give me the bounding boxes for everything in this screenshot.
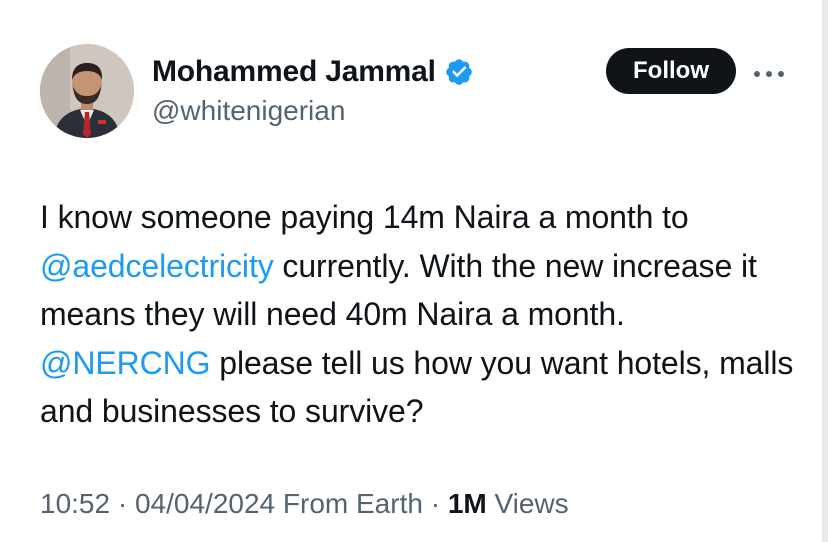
views-label: Views [486,488,569,519]
author-handle[interactable]: @whitenigerian [152,95,345,127]
avatar[interactable] [40,44,134,138]
tweet-card: Mohammed Jammal @whitenigerian Follow I … [0,0,828,542]
mention-link-aedcelectricity[interactable]: @aedcelectricity [40,248,274,284]
scroll-edge-divider [822,0,828,542]
avatar-image [40,44,134,138]
tweet-source: From Earth [275,488,423,519]
mention-link-nercng[interactable]: @NERCNG [40,345,211,381]
tweet-text-segment: I know someone paying 14m Naira a month … [40,199,689,235]
follow-button[interactable]: Follow [606,48,736,94]
tweet-date[interactable]: 04/04/2024 [135,488,275,519]
tweet-time[interactable]: 10:52 [40,488,110,519]
author-name-row: Mohammed Jammal [152,52,474,92]
author-display-name[interactable]: Mohammed Jammal [152,55,436,89]
tweet-meta: 10:52 · 04/04/2024 From Earth · 1M Views [40,488,569,520]
more-horizontal-icon[interactable] [752,66,786,77]
meta-separator: · [422,488,448,519]
meta-separator: · [110,488,135,519]
tweet-text: I know someone paying 14m Naira a month … [40,193,800,436]
views-count: 1M [447,488,487,519]
verified-badge-icon[interactable] [444,57,474,87]
